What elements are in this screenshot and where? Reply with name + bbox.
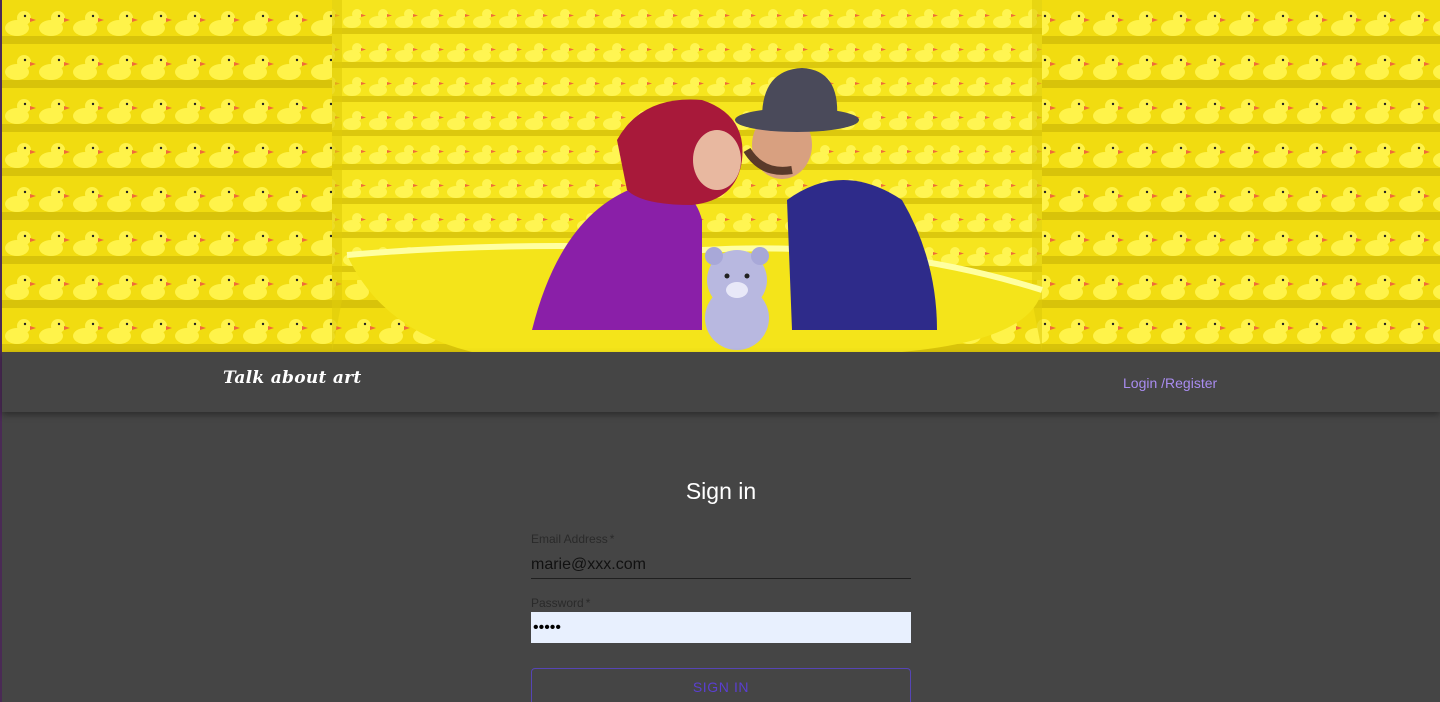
sign-in-button[interactable]: SIGN IN [531, 668, 911, 702]
login-register-link[interactable]: Login /Register [1123, 375, 1217, 391]
hero-banner-image [2, 0, 1440, 352]
page: Talk about art Login /Register Sign in E… [0, 0, 1440, 702]
required-asterisk: * [585, 596, 591, 610]
password-input[interactable] [531, 612, 911, 643]
email-label-text: Email Address [531, 532, 608, 546]
password-label: Password * [531, 596, 590, 610]
required-asterisk: * [609, 532, 615, 546]
brand-logo[interactable]: Talk about art [223, 368, 362, 388]
email-label: Email Address * [531, 532, 614, 546]
email-input[interactable] [531, 551, 911, 579]
form-title: Sign in [685, 478, 757, 504]
password-label-text: Password [531, 596, 584, 610]
top-navbar: Talk about art Login /Register [2, 352, 1440, 412]
